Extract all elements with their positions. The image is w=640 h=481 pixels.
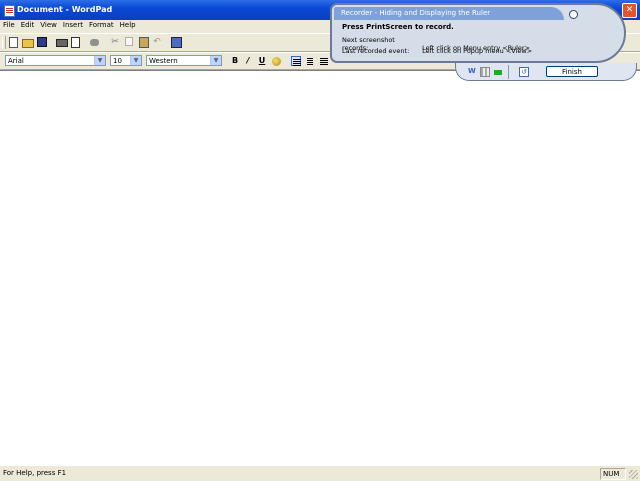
color-palette-icon[interactable] [272, 57, 281, 66]
menu-file[interactable]: File [0, 20, 18, 31]
last-label: Last recorded event: [342, 47, 410, 55]
word-icon[interactable]: W [468, 67, 476, 75]
toolbar-grip[interactable] [2, 36, 6, 49]
last-value: Left click on Popup menu <View> [422, 47, 533, 55]
chevron-down-icon[interactable]: ▼ [210, 56, 221, 65]
menu-insert[interactable]: Insert [60, 20, 86, 31]
print-icon[interactable] [56, 39, 68, 47]
find-binoculars-icon[interactable] [90, 39, 99, 46]
paste-clipboard-icon[interactable] [139, 37, 149, 48]
panel-divider [508, 65, 509, 79]
align-center-button[interactable] [305, 56, 315, 66]
cut-scissors-icon[interactable]: ✂ [110, 37, 120, 47]
align-left-button[interactable] [291, 56, 301, 66]
open-folder-icon[interactable] [22, 39, 34, 48]
copy-icon[interactable] [125, 37, 133, 46]
menu-help[interactable]: Help [117, 20, 139, 31]
menu-format[interactable]: Format [86, 20, 117, 31]
font-size-value: 10 [113, 57, 122, 65]
recorder-knob-icon[interactable] [569, 10, 578, 19]
status-bar: For Help, press F1 NUM [0, 465, 640, 481]
script-value: Western [149, 57, 178, 65]
status-help-text: For Help, press F1 [3, 469, 67, 477]
finish-button[interactable]: Finish [546, 66, 598, 77]
window-title: Document - WordPad [17, 5, 113, 14]
menu-edit[interactable]: Edit [18, 20, 38, 31]
recorder-last-row: Last recorded event: Left click on Popup… [342, 47, 532, 55]
underline-button[interactable]: U [257, 56, 267, 66]
script-dropdown[interactable]: Western ▼ [146, 55, 222, 66]
undo-record-icon[interactable]: ↺ [519, 67, 529, 77]
print-preview-icon[interactable] [71, 37, 80, 48]
green-status-icon [494, 70, 502, 75]
font-name-dropdown[interactable]: Arial ▼ [5, 55, 106, 66]
recorder-body: Recorder - Hiding and Displaying the Rul… [330, 3, 626, 63]
italic-button[interactable]: / [243, 56, 253, 66]
align-right-button[interactable] [319, 56, 329, 66]
resize-grip-icon[interactable] [629, 470, 638, 479]
new-document-icon[interactable] [9, 37, 18, 48]
recorder-control-panel: W ↺ Finish [455, 63, 637, 81]
grid-icon[interactable] [480, 67, 490, 77]
num-lock-indicator: NUM [600, 468, 626, 480]
chevron-down-icon[interactable]: ▼ [94, 56, 105, 65]
document-editing-area[interactable] [0, 70, 640, 465]
wordpad-app-icon[interactable] [4, 5, 15, 17]
recorder-window: Recorder - Hiding and Displaying the Rul… [330, 3, 632, 65]
menu-view[interactable]: View [37, 20, 60, 31]
bold-button[interactable]: B [230, 56, 240, 66]
save-disk-icon[interactable] [37, 37, 47, 47]
recorder-title: Recorder - Hiding and Displaying the Rul… [334, 7, 564, 20]
date-time-icon[interactable] [171, 37, 182, 48]
font-name-value: Arial [8, 57, 24, 65]
font-size-dropdown[interactable]: 10 ▼ [110, 55, 142, 66]
chevron-down-icon[interactable]: ▼ [130, 56, 141, 65]
undo-icon[interactable]: ↶ [152, 37, 162, 47]
recorder-instruction: Press PrintScreen to record. [342, 23, 454, 31]
